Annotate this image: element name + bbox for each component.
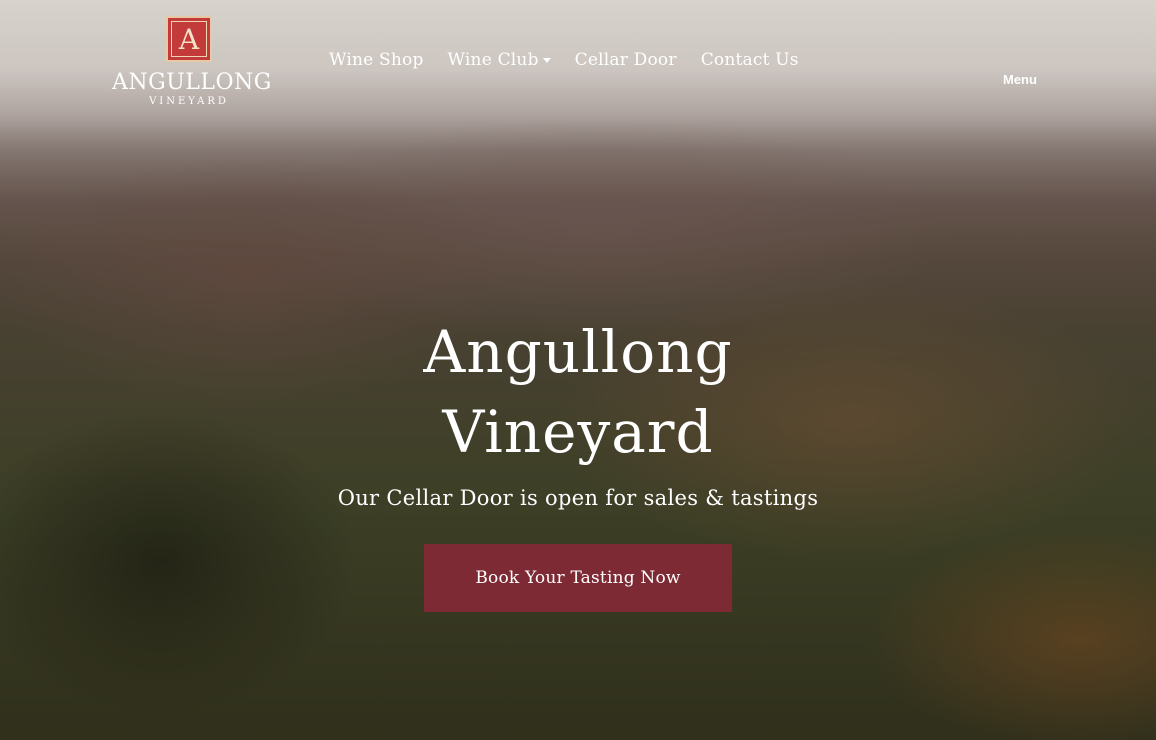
nav-item-label: Wine Club	[447, 50, 539, 70]
hero-title-line-2: Vineyard	[442, 398, 714, 466]
site-logo[interactable]: A ANGULLONG VINEYARD	[112, 16, 272, 116]
hero-title: Angullong Vineyard	[0, 312, 1156, 472]
hero-subtitle: Our Cellar Door is open for sales & tast…	[337, 486, 819, 510]
nav-item-label: Contact Us	[700, 50, 799, 70]
logo-brand-subname: VINEYARD	[149, 96, 229, 107]
logo-letter: A	[178, 22, 200, 56]
nav-item-cellar-door[interactable]: Cellar Door	[575, 50, 677, 70]
main-navigation: Wine Shop Wine Club Cellar Door Contact …	[329, 50, 799, 70]
menu-toggle-button[interactable]: Menu	[1003, 72, 1037, 87]
nav-item-contact-us[interactable]: Contact Us	[701, 50, 799, 70]
chevron-down-icon	[542, 57, 551, 63]
nav-item-wine-shop[interactable]: Wine Shop	[329, 50, 424, 70]
nav-item-label: Cellar Door	[574, 50, 677, 70]
hero-section: A ANGULLONG VINEYARD Wine Shop Wine Club…	[0, 0, 1156, 740]
nav-item-label: Wine Shop	[329, 50, 424, 70]
logo-emblem: A	[166, 16, 212, 62]
hero-title-line-1: Angullong	[423, 318, 733, 386]
logo-brand-name: ANGULLONG	[112, 70, 272, 95]
nav-item-wine-club[interactable]: Wine Club	[448, 50, 551, 70]
book-tasting-button[interactable]: Book Your Tasting Now	[424, 544, 732, 612]
